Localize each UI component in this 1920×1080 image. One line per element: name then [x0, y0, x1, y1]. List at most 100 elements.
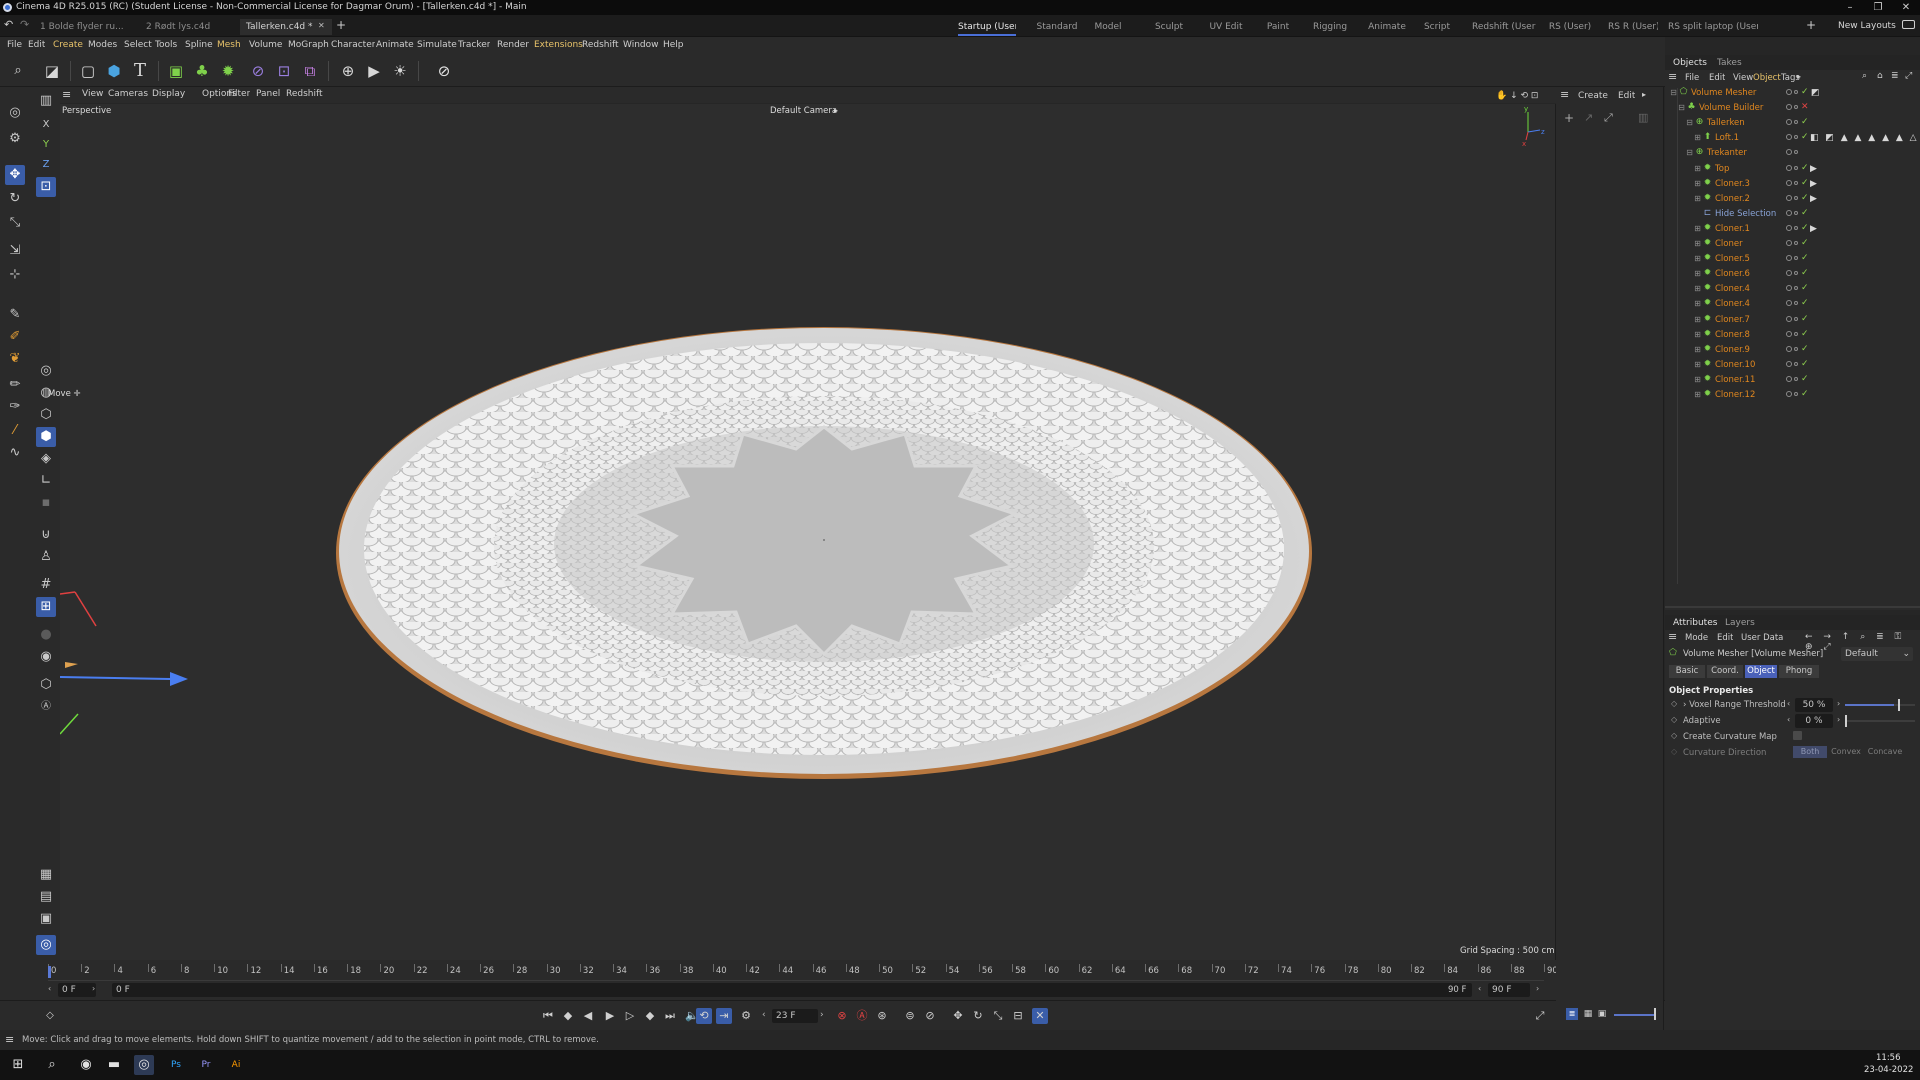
scale-tool-icon[interactable]: ⤡ — [5, 213, 25, 233]
viewport-nav-icons[interactable]: ✋ ↓ ⟲ ⊡ — [1496, 91, 1538, 101]
file-explorer-icon[interactable]: ▬ — [104, 1055, 124, 1075]
viewport-menu-display[interactable]: Display — [152, 89, 185, 99]
bend-deformer-icon[interactable]: ⊡ — [272, 59, 296, 83]
tab-layers[interactable]: Layers — [1725, 618, 1755, 628]
expand-toggle-icon[interactable]: ⊞ — [1693, 284, 1702, 293]
go-to-end-icon[interactable]: ⏭ — [662, 1008, 678, 1024]
render-dot[interactable] — [1794, 316, 1798, 321]
search-icon[interactable]: ⌕ — [6, 59, 30, 83]
enabled-check-icon[interactable]: ✓ — [1801, 178, 1809, 188]
play-icon[interactable]: ▶ — [602, 1008, 618, 1024]
maximize-icon[interactable]: ❐ — [1864, 0, 1892, 15]
cloner-icon[interactable]: ♣ — [190, 59, 214, 83]
coordinate-system-icon[interactable]: ⊡ — [36, 177, 56, 197]
start-arrow-left-icon[interactable]: ‹ — [48, 984, 51, 993]
curvature-key-icon[interactable]: ◇ — [1671, 731, 1677, 740]
render-dot[interactable] — [1794, 361, 1798, 366]
cinema4d-icon[interactable]: ◎ — [134, 1055, 154, 1075]
layout-tab[interactable]: RS R (User) — [1608, 18, 1658, 36]
enabled-check-icon[interactable]: ✓ — [1801, 374, 1809, 384]
attr-subtab-object[interactable]: Object — [1745, 665, 1777, 678]
fcurve-icon[interactable]: ⤢ — [1532, 1008, 1548, 1024]
objects-menu-view[interactable]: View — [1733, 73, 1753, 83]
render-dot[interactable] — [1794, 301, 1798, 306]
object-row[interactable]: ⊞ ⬆ Loft.1 ✓ ◧ ◩ ▲ ▲ ▲ ▲ ▲ △ — [1665, 131, 1920, 146]
workplane-icon[interactable]: # — [36, 575, 56, 595]
object-row[interactable]: ⊟ ♣ Volume Builder ✕ — [1665, 101, 1920, 116]
objects-menu-object[interactable]: Object — [1753, 73, 1781, 83]
expand-toggle-icon[interactable]: ⊞ — [1693, 330, 1702, 339]
grid-view-icon[interactable]: ▦ — [1582, 1008, 1594, 1020]
enabled-check-icon[interactable]: ✓ — [1801, 344, 1809, 354]
pick-icon[interactable]: ⤢ — [1604, 111, 1613, 125]
object-name[interactable]: Cloner.4 — [1715, 284, 1750, 294]
curvdir-both-button[interactable]: Both — [1793, 746, 1827, 758]
object-row[interactable]: ⊟ ⊕ Trekanter — [1665, 146, 1920, 161]
z-axis-lock-icon[interactable]: Z — [36, 155, 56, 175]
menu-animate[interactable]: Animate — [376, 40, 414, 50]
deformer-icon[interactable]: ⊘ — [246, 59, 270, 83]
object-row[interactable]: ⊞ ✹ Cloner.12 ✓ — [1665, 388, 1920, 403]
objects-home-icon[interactable]: ⌂ — [1877, 71, 1883, 81]
render-picture-viewer-icon[interactable]: ▣ — [36, 909, 56, 929]
illustrator-icon[interactable]: Ai — [226, 1055, 246, 1075]
zoom-slider[interactable] — [1614, 1014, 1656, 1016]
generator-icon[interactable]: ✹ — [216, 59, 240, 83]
layout-tab[interactable]: Redshift (User) — [1472, 18, 1536, 36]
layout-tab[interactable]: UV Edit — [1204, 18, 1248, 36]
close-icon[interactable]: ✕ — [1892, 0, 1920, 15]
layout-tab[interactable]: Startup (User) — [958, 18, 1016, 36]
spline-tools-icon[interactable]: ✐ — [5, 327, 25, 347]
magnet-tool-icon[interactable]: ∿ — [5, 443, 25, 463]
tab-objects[interactable]: Objects — [1673, 58, 1707, 68]
render-dot[interactable] — [1794, 210, 1798, 215]
menu-edit[interactable]: Edit — [28, 40, 45, 50]
layout-tab[interactable]: Animate — [1362, 18, 1412, 36]
preview-range-bar[interactable]: 0 F — [112, 983, 1472, 997]
rotate-tool-icon[interactable]: ↻ — [5, 189, 25, 209]
record-active-objects-icon[interactable]: ⊗ — [834, 1008, 850, 1024]
tile-view-icon[interactable]: ▣ — [1596, 1008, 1608, 1020]
axis-mode-icon[interactable]: ∟ — [36, 471, 56, 491]
attr-menu-mode[interactable]: Mode — [1685, 633, 1708, 643]
object-name[interactable]: Cloner — [1715, 239, 1743, 249]
enabled-check-icon[interactable]: ✓ — [1801, 283, 1809, 293]
object-name[interactable]: Cloner.5 — [1715, 254, 1750, 264]
object-name[interactable]: Cloner.7 — [1715, 315, 1750, 325]
voxel-range-field[interactable]: 50 % — [1795, 698, 1833, 712]
list-view-icon[interactable]: ≣ — [1566, 1008, 1578, 1020]
enabled-check-icon[interactable]: ✓ — [1801, 193, 1809, 203]
keyframe-selection-icon[interactable]: ⊛ — [874, 1008, 890, 1024]
preview-end-field[interactable]: 90 F — [1488, 983, 1530, 997]
visibility-dot[interactable] — [1786, 240, 1792, 246]
render-dot[interactable] — [1794, 105, 1798, 110]
solo-off-icon[interactable]: ◉ — [36, 647, 56, 667]
annotation-icon[interactable]: Ⓐ — [36, 697, 56, 717]
render-view-icon[interactable]: ▦ — [36, 865, 56, 885]
visibility-dot[interactable] — [1786, 119, 1792, 126]
expand-toggle-icon[interactable]: ⊞ — [1693, 375, 1702, 384]
camera-lasso-icon[interactable]: ◪ — [40, 59, 64, 83]
expand-toggle-icon[interactable]: ⊞ — [1693, 360, 1702, 369]
object-row[interactable]: ⊞ ✹ Cloner.2 ✓ ▶ — [1665, 192, 1920, 207]
adaptive-slider[interactable] — [1845, 715, 1915, 727]
object-name[interactable]: Loft.1 — [1715, 133, 1739, 143]
solo-icon[interactable]: ● — [36, 625, 56, 645]
menu-mesh[interactable]: Mesh — [217, 40, 241, 50]
loop-icon[interactable]: ⟲ — [696, 1008, 712, 1024]
mograph-tag-icon[interactable]: ▶ — [1810, 194, 1817, 204]
attr-subtab-phong[interactable]: Phong — [1779, 665, 1819, 678]
menu-create[interactable]: Create — [53, 40, 83, 50]
end-arrow-right-icon[interactable]: › — [1536, 984, 1539, 993]
attr-menu-edit[interactable]: Edit — [1717, 633, 1733, 643]
snap-tool-icon[interactable]: ⊹ — [5, 265, 25, 285]
object-row[interactable]: ⊞ ✹ Cloner ✓ — [1665, 237, 1920, 252]
visibility-dot[interactable] — [1786, 255, 1792, 262]
subdivision-surface-icon[interactable]: ▣ — [164, 59, 188, 83]
frame-arrow-right-icon[interactable]: › — [820, 1010, 824, 1020]
render-dot[interactable] — [1794, 120, 1798, 125]
enabled-check-icon[interactable]: ✓ — [1801, 314, 1809, 324]
attr-menu-user-data[interactable]: User Data — [1741, 633, 1783, 643]
object-name[interactable]: Cloner.6 — [1715, 269, 1750, 279]
environment-icon[interactable]: ⊕ — [336, 59, 360, 83]
